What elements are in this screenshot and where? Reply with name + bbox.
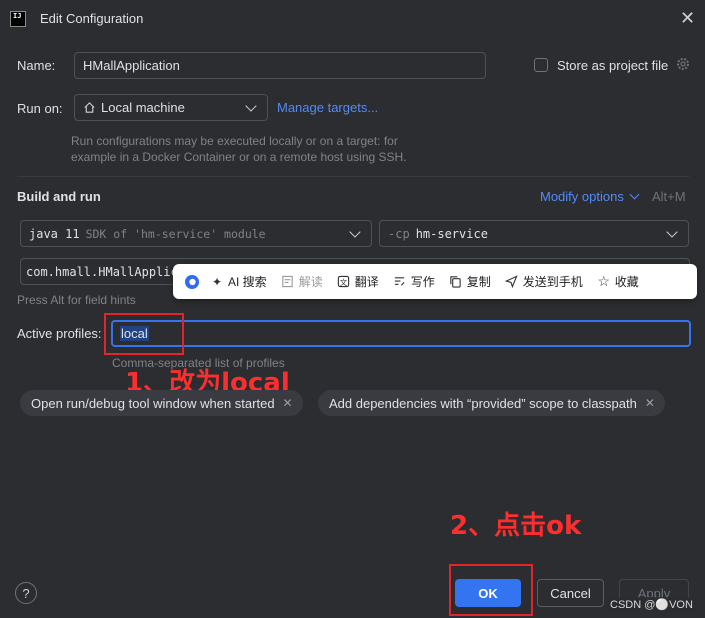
copy-icon (449, 275, 463, 289)
modify-options-link[interactable]: Modify options (540, 189, 640, 204)
toolbar-write[interactable]: 写作 (393, 273, 435, 290)
toolbar-send-to-phone[interactable]: 发送到手机 (505, 273, 583, 290)
divider (17, 176, 689, 177)
explain-icon (281, 275, 295, 289)
toolbar-favorite[interactable]: ☆ 收藏 (597, 273, 639, 290)
annotation-step-2: 2、点击ok (450, 511, 582, 541)
modify-options-label: Modify options (540, 189, 624, 204)
chip-provided-scope[interactable]: Add dependencies with “provided” scope t… (318, 390, 665, 416)
help-icon: ? (22, 585, 30, 601)
toolbar-item-label: 收藏 (614, 275, 639, 289)
toolbar-item-label: 解读 (298, 275, 323, 289)
chevron-down-icon (666, 225, 678, 238)
toolbar-item-label: 复制 (466, 275, 491, 289)
window-title: Edit Configuration (40, 11, 144, 26)
help-button[interactable]: ? (15, 582, 37, 604)
sdk-description: SDK of 'hm-service' module (85, 226, 266, 241)
toolbar-copy[interactable]: 复制 (449, 273, 491, 290)
run-on-hint-line-1: Run configurations may be executed local… (71, 134, 398, 148)
home-icon (83, 101, 96, 114)
cancel-button[interactable]: Cancel (537, 579, 604, 607)
classpath-prefix: -cp (388, 226, 410, 241)
sdk-select[interactable]: java 11 SDK of 'hm-service' module (20, 220, 372, 247)
chevron-down-icon (629, 189, 640, 200)
sdk-version: java 11 (29, 226, 80, 241)
ai-sparkle-icon: ✦ (211, 274, 223, 289)
classpath-module: hm-service (415, 226, 488, 241)
toolbar-item-label: AI 搜索 (228, 275, 267, 289)
chip-label: Add dependencies with “provided” scope t… (329, 395, 637, 411)
active-profiles-label: Active profiles: (17, 326, 102, 341)
close-icon[interactable]: ✕ (645, 396, 655, 410)
store-project-checkbox[interactable] (534, 58, 548, 72)
toolbar-ai-search[interactable]: ✦ AI 搜索 (210, 273, 267, 290)
chevron-down-icon (245, 99, 257, 112)
modify-options-shortcut: Alt+M (652, 189, 686, 204)
ok-button-label: OK (478, 585, 498, 601)
store-project-label: Store as project file (557, 58, 669, 73)
name-label: Name: (17, 58, 56, 73)
watermark: CSDN @⚪VON (607, 597, 696, 612)
close-icon[interactable]: ✕ (283, 396, 293, 410)
gear-icon[interactable] (675, 56, 691, 72)
run-on-label: Run on: (17, 101, 63, 116)
intellij-app-icon: IJ (10, 11, 26, 27)
name-input-value: HMallApplication (83, 58, 180, 73)
run-on-select[interactable]: Local machine (74, 94, 268, 121)
run-on-hint-line-2: example in a Docker Container or on a re… (71, 150, 407, 164)
write-icon (393, 275, 407, 289)
name-input[interactable]: HMallApplication (74, 52, 486, 79)
toolbar-logo-icon (184, 274, 200, 290)
run-on-value: Local machine (101, 100, 185, 115)
annotation-highlight-box (104, 313, 184, 355)
chip-label: Open run/debug tool window when started (31, 395, 275, 411)
send-icon (505, 275, 519, 289)
field-hint: Press Alt for field hints (17, 293, 136, 307)
chevron-down-icon (349, 225, 361, 238)
toolbar-translate[interactable]: 文 翻译 (337, 273, 379, 290)
main-class-value: com.hmall.HMallApplica (26, 264, 185, 279)
active-profiles-input[interactable]: local (111, 320, 691, 347)
cancel-button-label: Cancel (550, 585, 591, 601)
manage-targets-link[interactable]: Manage targets... (277, 100, 378, 115)
classpath-module-select[interactable]: -cp hm-service (379, 220, 689, 247)
close-icon[interactable]: ✕ (680, 8, 695, 29)
translate-icon: 文 (337, 275, 351, 289)
toolbar-item-label: 翻译 (354, 275, 379, 289)
star-icon: ☆ (597, 273, 611, 289)
selection-toolbar: ✦ AI 搜索 解读 文 翻译 写作 复制 发送到手机 ☆ 收藏 (173, 264, 697, 299)
chip-open-tool-window[interactable]: Open run/debug tool window when started … (20, 390, 303, 416)
title-bar: IJ Edit Configuration ✕ (0, 0, 705, 38)
svg-text:文: 文 (340, 277, 348, 287)
toolbar-explain[interactable]: 解读 (281, 273, 323, 290)
toolbar-item-label: 写作 (410, 275, 435, 289)
ok-button[interactable]: OK (455, 579, 521, 607)
build-and-run-heading: Build and run (17, 189, 101, 204)
toolbar-item-label: 发送到手机 (522, 275, 583, 289)
